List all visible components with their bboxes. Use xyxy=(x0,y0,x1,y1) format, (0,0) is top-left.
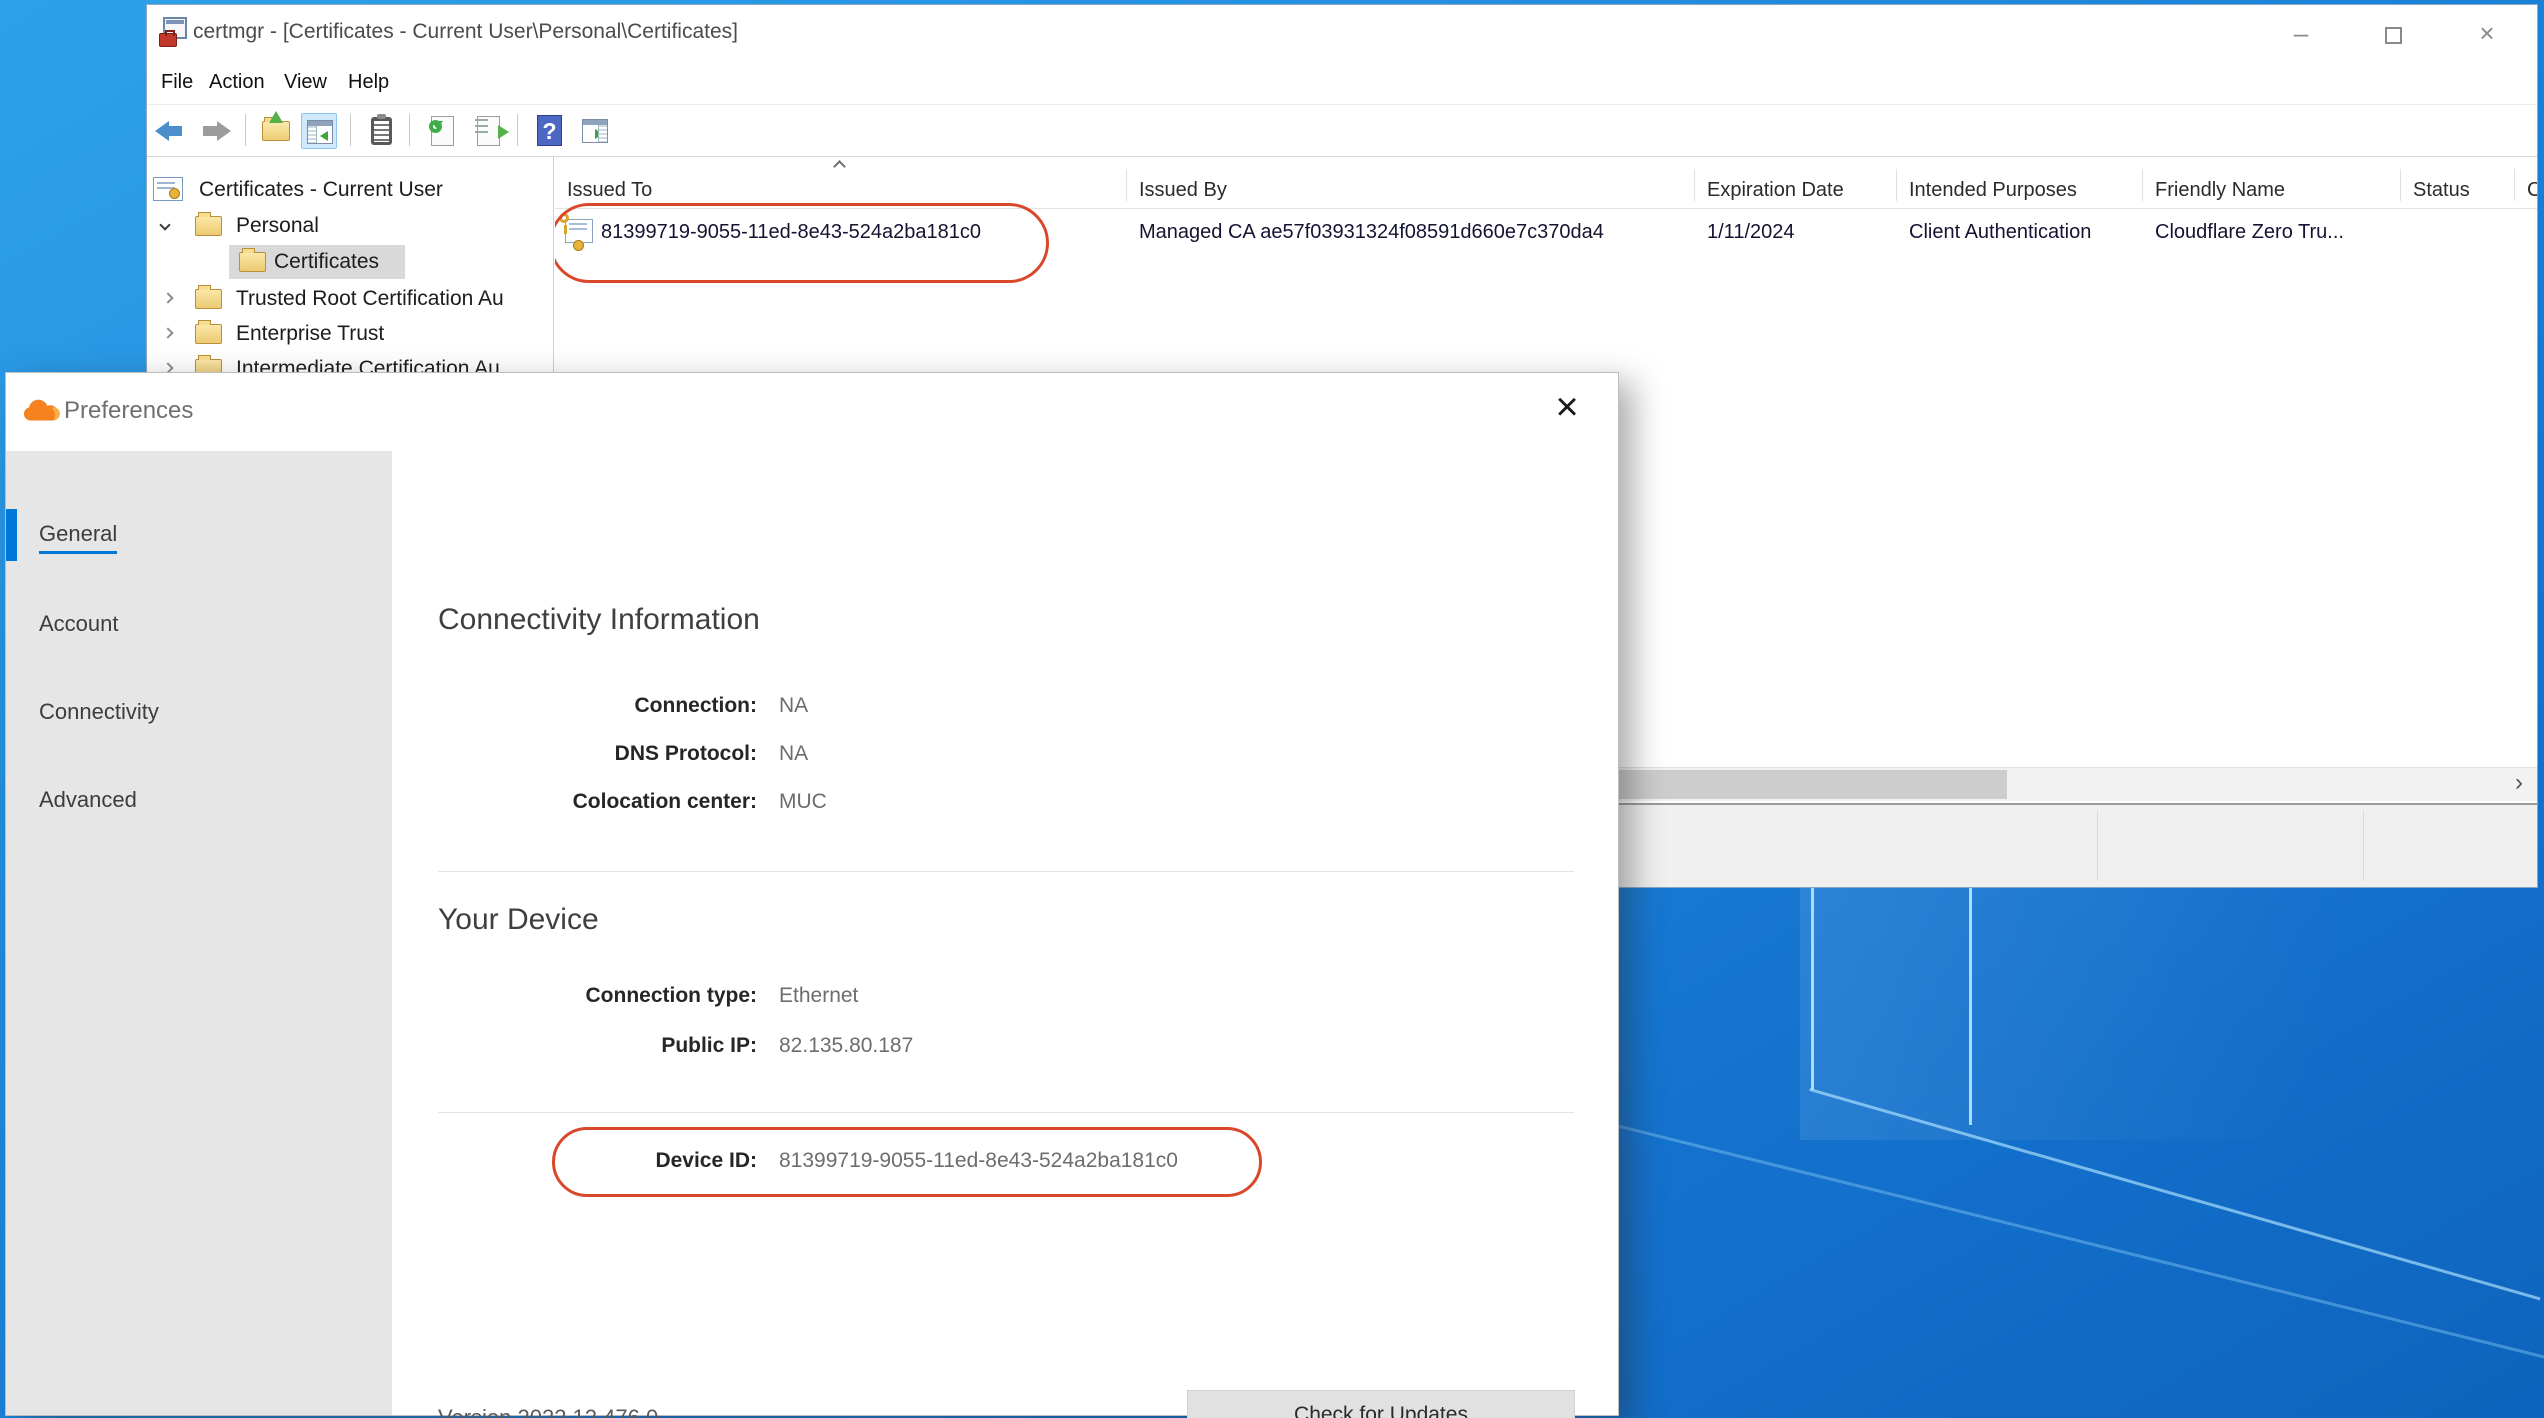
list-header: Issued To Issued By Expiration Date Inte… xyxy=(555,157,2537,209)
export-folder-icon[interactable] xyxy=(259,113,295,149)
scrollbar-right-arrow-icon[interactable]: › xyxy=(2505,768,2533,800)
wallpaper-line xyxy=(1969,880,1972,1125)
field-label: Colocation center: xyxy=(452,790,757,814)
column-certificate[interactable]: Ce xyxy=(2515,157,2537,209)
menu-help[interactable]: Help xyxy=(342,69,395,96)
field-label: Public IP: xyxy=(452,1034,757,1058)
folder-icon xyxy=(195,289,222,309)
dialog-close-icon[interactable]: × xyxy=(1544,385,1590,431)
tree-item-label: Personal xyxy=(236,214,319,238)
field-value: NA xyxy=(779,694,808,718)
divider xyxy=(438,871,1574,872)
sidebar-item-advanced[interactable]: Advanced xyxy=(6,775,392,827)
chevron-right-icon[interactable] xyxy=(162,327,173,338)
certificate-row[interactable]: 81399719-9055-11ed-8e43-524a2ba181c0 Man… xyxy=(555,213,2537,255)
wallpaper-line xyxy=(1599,1120,2544,1360)
menu-file[interactable]: File xyxy=(155,69,199,96)
field-value: NA xyxy=(779,742,808,766)
forward-icon[interactable] xyxy=(197,113,233,149)
tree-item-label: Certificates - Current User xyxy=(199,178,443,202)
new-window-icon[interactable] xyxy=(577,113,613,149)
field-label: DNS Protocol: xyxy=(452,742,757,766)
chevron-right-icon[interactable] xyxy=(162,292,173,303)
menu-bar: File Action View Help xyxy=(147,61,2537,105)
field-value: Ethernet xyxy=(779,984,858,1008)
cell-intended-purposes: Client Authentication xyxy=(1909,221,2149,244)
desktop: certmgr - [Certificates - Current User\P… xyxy=(0,0,2544,1418)
column-status[interactable]: Status xyxy=(2401,157,2515,209)
column-intended-purposes[interactable]: Intended Purposes xyxy=(1897,157,2143,209)
sidebar-item-general[interactable]: General xyxy=(6,509,392,561)
preferences-header: Preferences × xyxy=(6,373,1618,451)
sidebar-item-account[interactable]: Account xyxy=(6,599,392,651)
field-label: Connection: xyxy=(452,694,757,718)
help-icon[interactable]: ? xyxy=(531,113,567,149)
column-issued-to[interactable]: Issued To xyxy=(555,157,1127,209)
folder-icon xyxy=(195,216,222,236)
refresh-icon[interactable] xyxy=(425,113,461,149)
wallpaper-pane xyxy=(1800,880,2544,1140)
sidebar-item-connectivity[interactable]: Connectivity xyxy=(6,687,392,739)
back-icon[interactable] xyxy=(153,113,189,149)
certificate-store-icon xyxy=(153,177,183,201)
close-button[interactable]: × xyxy=(2465,15,2509,51)
field-label: Connection type: xyxy=(452,984,757,1008)
toolbar: ? xyxy=(147,105,2537,157)
check-for-updates-button[interactable]: Check for Updates xyxy=(1187,1390,1575,1418)
column-issued-by[interactable]: Issued By xyxy=(1127,157,1695,209)
cell-issued-to: 81399719-9055-11ed-8e43-524a2ba181c0 xyxy=(601,221,1121,244)
cell-expiration-date: 1/11/2024 xyxy=(1707,221,1902,244)
maximize-button[interactable] xyxy=(2371,15,2415,51)
cloudflare-logo-icon xyxy=(22,399,60,423)
certmgr-titlebar[interactable]: certmgr - [Certificates - Current User\P… xyxy=(147,5,2537,61)
menu-view[interactable]: View xyxy=(278,69,333,96)
divider xyxy=(438,1112,1574,1113)
menu-action[interactable]: Action xyxy=(203,69,271,96)
clipboard-icon[interactable] xyxy=(363,113,399,149)
field-label: Device ID: xyxy=(452,1149,757,1173)
folder-icon xyxy=(195,324,222,344)
field-value: MUC xyxy=(779,790,827,814)
certmgr-app-icon xyxy=(159,17,189,47)
preferences-dialog: Preferences × General Account Connectivi… xyxy=(5,372,1619,1416)
tree-item-label: Enterprise Trust xyxy=(236,322,384,346)
tree-item-label: Certificates xyxy=(274,250,379,274)
console-tree-toggle-icon[interactable] xyxy=(301,113,337,149)
maximize-icon xyxy=(2385,27,2402,44)
section-heading-connectivity: Connectivity Information xyxy=(438,603,760,637)
field-value: 81399719-9055-11ed-8e43-524a2ba181c0 xyxy=(779,1149,1178,1173)
tree-item-label: Trusted Root Certification Au xyxy=(236,287,504,311)
version-text: Version 2022.12.476.0 xyxy=(438,1405,658,1418)
minimize-button[interactable]: – xyxy=(2279,15,2323,51)
certificate-key-icon xyxy=(559,215,597,249)
column-expiration-date[interactable]: Expiration Date xyxy=(1695,157,1897,209)
export-list-icon[interactable] xyxy=(471,113,507,149)
column-friendly-name[interactable]: Friendly Name xyxy=(2143,157,2401,209)
cell-issued-by: Managed CA ae57f03931324f08591d660e7c370… xyxy=(1139,221,1699,244)
wallpaper-line xyxy=(1811,880,1814,1090)
preferences-sidebar: General Account Connectivity Advanced xyxy=(6,451,392,1415)
field-value: 82.135.80.187 xyxy=(779,1034,913,1058)
preferences-content: Connectivity Information Connection: NA … xyxy=(392,451,1618,1415)
cell-friendly-name: Cloudflare Zero Tru... xyxy=(2155,221,2405,244)
chevron-down-icon[interactable] xyxy=(159,219,170,230)
section-heading-your-device: Your Device xyxy=(438,903,599,937)
dialog-title: Preferences xyxy=(64,397,193,425)
window-title: certmgr - [Certificates - Current User\P… xyxy=(193,20,738,44)
folder-icon xyxy=(239,252,266,272)
sort-asc-icon xyxy=(833,160,846,173)
